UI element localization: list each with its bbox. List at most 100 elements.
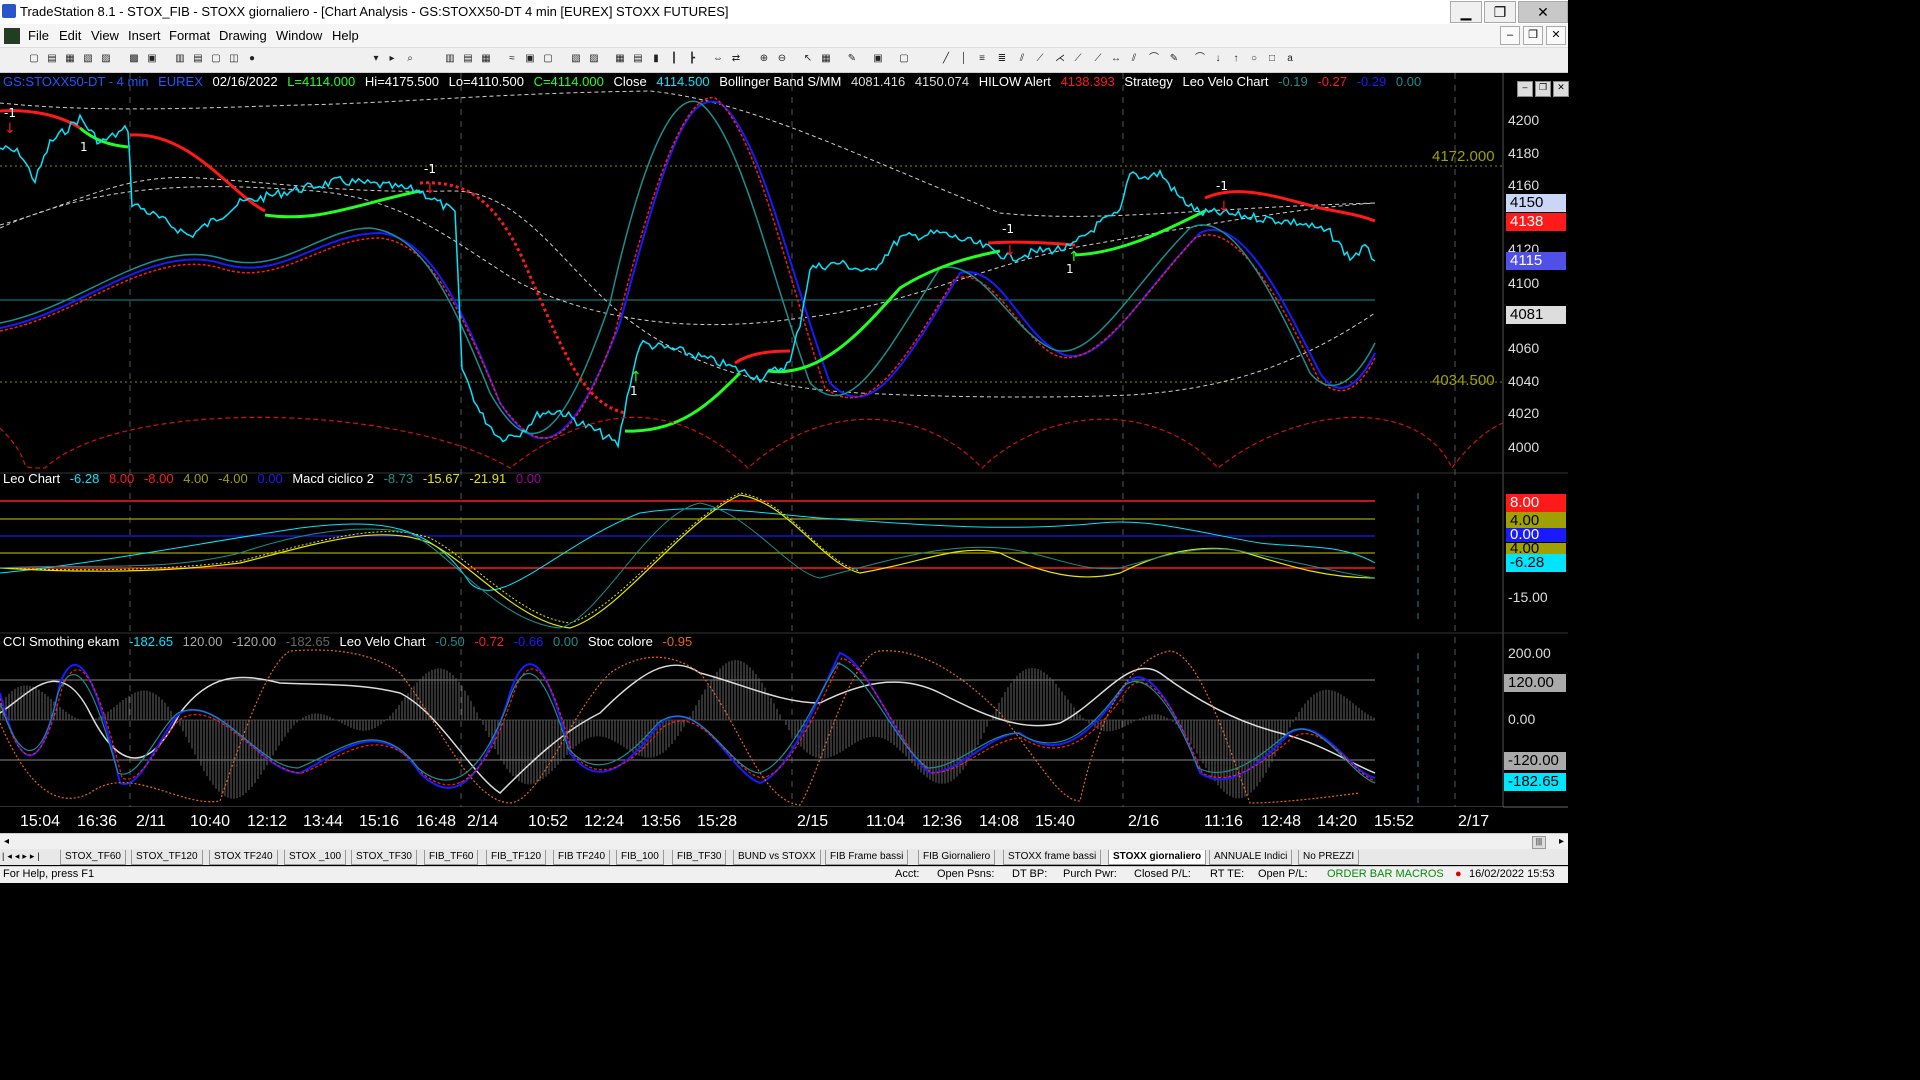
chart-restore-button[interactable]: ❐ [1535,81,1551,97]
tab-stox-tf120[interactable]: STOX_TF120 [131,850,203,865]
chart-minimize-button[interactable]: – [1517,81,1533,97]
print-icon[interactable]: ▩ [128,53,140,65]
palette-icon[interactable]: ● [246,53,258,65]
tab-stoxx-giornaliero[interactable]: STOXX giornaliero [1108,850,1207,865]
scroll-right-icon[interactable]: ▸ [1559,836,1564,847]
pointer-icon[interactable]: ↖ [802,53,814,65]
tab-stox-100[interactable]: STOX _100 [284,850,347,865]
menu-drawing[interactable]: Drawing [219,28,267,43]
order-icon[interactable]: ▣ [872,53,884,65]
regression-icon[interactable]: ⟋ [1072,53,1084,65]
doc-minimize-button[interactable]: – [1500,26,1520,45]
menu-format[interactable]: Format [169,28,210,43]
maximize-button[interactable]: ❐ [1484,1,1516,23]
horizontal-scrollbar[interactable]: ◂ ||| ▸ [0,833,1568,850]
ohlc-icon[interactable]: ┣ [686,53,698,65]
analysis-icon[interactable]: ▢ [542,53,554,65]
pen-icon[interactable]: ✎ [1168,53,1180,65]
arrow-h-icon[interactable]: ↔ [1110,53,1122,65]
tab-stox-tf60[interactable]: STOX_TF60 [60,850,126,865]
tab-fib-tf120[interactable]: FIB_TF120 [486,850,547,865]
rectangle-icon[interactable]: □ [1266,53,1278,65]
horizontal-line-icon[interactable]: ≡ [976,53,988,65]
lock-icon[interactable]: ▢ [210,53,222,65]
chart-area[interactable]: ↓ ↓ ↑ ↓ ↑ ↓ -1 1 -1 1 -1 1 -1 GS:STOXX50… [0,73,1569,833]
tab-bund-vs-stoxx[interactable]: BUND vs STOXX [733,850,821,865]
tab-stoxx-frame-bassi[interactable]: STOXX frame bassi [1003,850,1102,865]
arrow-up-icon[interactable]: ↑ [1230,53,1242,65]
scroll-thumb[interactable]: ||| [1532,836,1546,849]
tab-stox-tf30[interactable]: STOX_TF30 [351,850,417,865]
tab-stox-tf240[interactable]: STOX TF240 [209,850,278,865]
crosshair-icon[interactable]: ▦ [820,53,832,65]
leo-velo-p3-value-2: -0.72 [474,634,505,649]
radar-icon[interactable]: ▨ [588,53,600,65]
menu-file[interactable]: File [28,28,49,43]
status-open-pl: Open P/L: [1258,868,1308,880]
save-all-icon[interactable]: ▧ [82,53,94,65]
chart-window-icon[interactable]: ▧ [570,53,582,65]
close-button[interactable]: ✕ [1518,1,1568,23]
tab-annuale-indici[interactable]: ANNUALE Indici [1209,850,1293,865]
tab-fib-giornaliero[interactable]: FIB Giornaliero [918,850,996,865]
parallel-icon[interactable]: ⫽ [1128,53,1140,65]
tab-fib-100[interactable]: FIB_100 [616,850,664,865]
speed-line-icon[interactable]: ⟋ [1034,53,1046,65]
lookup-icon[interactable]: ⌕ [404,53,416,65]
tab-fib-frame-bassi[interactable]: FIB Frame bassi [825,850,909,865]
menu-help[interactable]: Help [332,28,359,43]
zoom-out-icon[interactable]: ⊖ [776,53,788,65]
note-icon[interactable]: ▢ [898,53,910,65]
chart-canvas[interactable]: ↓ ↓ ↑ ↓ ↑ ↓ -1 1 -1 1 -1 1 -1 [0,73,1568,833]
chart-close-button[interactable]: ✕ [1553,81,1569,97]
tab-fib-tf240[interactable]: FIB TF240 [553,850,611,865]
indicator-icon[interactable]: ≈ [506,53,518,65]
tab-nav-icons[interactable]: |◂◂▸▸| [2,851,43,862]
bar-chart-icon[interactable]: ▮ [650,53,662,65]
minimize-button[interactable]: ▁ [1450,1,1482,23]
save-icon[interactable]: ▦ [64,53,76,65]
order-bar-macros[interactable]: ORDER BAR MACROS [1327,868,1444,880]
tools-icon[interactable]: ✎ [846,53,858,65]
print-preview-icon[interactable]: ▣ [146,53,158,65]
trendline-icon[interactable]: ╱ [940,53,952,65]
tab-fib-tf60[interactable]: FIB_TF60 [424,850,479,865]
andrews-icon[interactable]: ⟋ [1092,53,1104,65]
scroll-bars-icon[interactable]: ⇄ [730,53,742,65]
arrow-down-icon[interactable]: ↓ [1212,53,1224,65]
chart-settings-icon[interactable]: ◫ [228,53,240,65]
data-window-icon[interactable]: ▤ [462,53,474,65]
text-icon[interactable]: a [1284,53,1296,65]
window-cascade-icon[interactable]: ▤ [192,53,204,65]
workspace-icon[interactable]: ▨ [100,53,112,65]
arc-icon[interactable]: ⌒ [1148,53,1160,65]
candle-icon[interactable]: ┃ [668,53,680,65]
tab-no-prezzi[interactable]: No PREZZI [1298,850,1360,865]
gann-fan-icon[interactable]: ⋌ [1054,53,1066,65]
window-tile-icon[interactable]: ▥ [174,53,186,65]
vertical-line-icon[interactable]: │ [958,53,970,65]
grid-icon[interactable]: ▦ [480,53,492,65]
matrix-icon[interactable]: ▦ [614,53,626,65]
new-icon[interactable]: ▢ [28,53,40,65]
tab-fib-tf30[interactable]: FIB_TF30 [672,850,727,865]
fib-icon[interactable]: ≣ [996,53,1008,65]
menu-view[interactable]: View [91,28,119,43]
menu-edit[interactable]: Edit [59,28,81,43]
menu-insert[interactable]: Insert [128,28,161,43]
ellipse-icon[interactable]: ○ [1248,53,1260,65]
doc-restore-button[interactable]: ❐ [1523,26,1543,45]
zoom-bars-icon[interactable]: ⇔ [712,53,724,65]
curve-icon[interactable]: ⌒ [1194,53,1206,65]
chart-type-icon[interactable]: ▥ [444,53,456,65]
open-icon[interactable]: ▤ [46,53,58,65]
doc-close-button[interactable]: ✕ [1546,26,1566,45]
strategy-icon[interactable]: ▣ [524,53,536,65]
go-arrow-icon[interactable]: ▸ [386,53,398,65]
zoom-in-icon[interactable]: ⊕ [758,53,770,65]
symbol-dropdown-icon[interactable]: ▾ [370,53,382,65]
option-icon[interactable]: ▤ [632,53,644,65]
scroll-left-icon[interactable]: ◂ [4,836,9,847]
menu-window[interactable]: Window [276,28,322,43]
channel-icon[interactable]: ⫽ [1016,53,1028,65]
